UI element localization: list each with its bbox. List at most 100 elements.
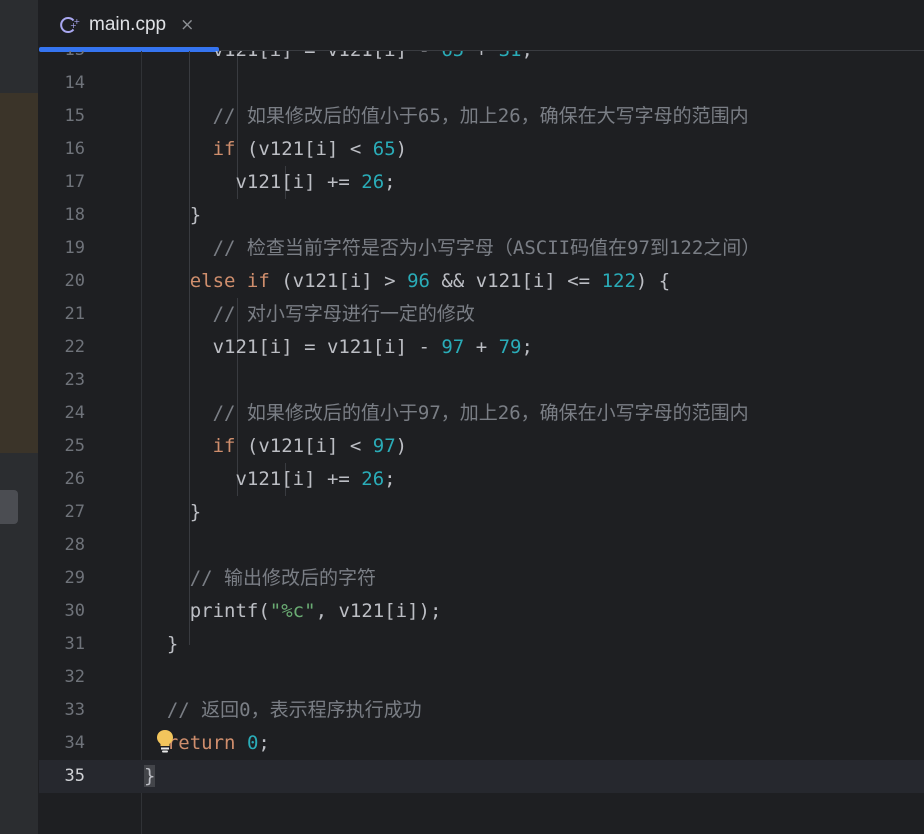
code-token: (v121[i] > (269, 270, 408, 292)
code-token: // 如果修改后的值小于97，加上26，确保在小写字母的范围内 (212, 402, 749, 424)
line-number[interactable]: 30 (39, 595, 85, 628)
code-token: ) { (635, 270, 671, 292)
code-token: v121[i] += (235, 468, 362, 490)
code-token: v121[i] = v121[i] - (212, 336, 442, 358)
code-text: if (v121[i] < 65) (213, 133, 408, 166)
line-number[interactable]: 15 (39, 100, 85, 133)
line-number[interactable]: 33 (39, 694, 85, 727)
code-line[interactable]: 27} (39, 496, 924, 529)
code-line[interactable]: 13 v121[i] = v121[i] - 65 + 31; (39, 51, 924, 67)
code-line[interactable]: 31} (39, 628, 924, 661)
tool-window-panel (0, 93, 38, 453)
code-token: } (144, 765, 156, 787)
line-number[interactable]: 19 (39, 232, 85, 265)
lightbulb-icon[interactable] (155, 728, 175, 754)
line-number[interactable]: 13 (39, 51, 85, 67)
line-number[interactable]: 26 (39, 463, 85, 496)
code-line[interactable]: 35} (39, 760, 924, 793)
code-line[interactable]: 23 (39, 364, 924, 397)
code-token: } (189, 501, 202, 523)
code-text: } (167, 628, 178, 661)
code-line[interactable]: 19 // 检查当前字符是否为小写字母（ASCII码值在97到122之间） (39, 232, 924, 265)
code-token: , v121[i]); (315, 600, 442, 622)
line-number[interactable]: 14 (39, 67, 85, 100)
line-number[interactable]: 23 (39, 364, 85, 397)
line-number[interactable]: 31 (39, 628, 85, 661)
code-line[interactable]: 25 if (v121[i] < 97) (39, 430, 924, 463)
code-token: && v121[i] <= (429, 270, 602, 292)
code-token: (v121[i] < (235, 435, 373, 457)
code-token: ; (258, 732, 270, 754)
code-line[interactable]: 30 printf("%c", v121[i]); (39, 595, 924, 628)
code-token: v121[i] = v121[i] - (213, 51, 442, 61)
code-token: // 返回0，表示程序执行成功 (166, 699, 422, 721)
code-token: 26 (361, 171, 385, 193)
code-line[interactable]: 20 else if (v121[i] > 96 && v121[i] <= 12… (39, 265, 924, 298)
code-text: v121[i] += 26; (235, 463, 395, 496)
code-text: } (190, 496, 201, 529)
code-line[interactable]: 21 // 对小写字母进行一定的修改 (39, 298, 924, 331)
close-icon[interactable]: × (180, 15, 194, 35)
code-token: } (166, 633, 179, 655)
code-token: + (464, 51, 498, 61)
code-line[interactable]: 29 // 输出修改后的字符 (39, 562, 924, 595)
line-number[interactable]: 29 (39, 562, 85, 595)
code-token: ; (521, 336, 533, 358)
code-text: else if (v121[i] > 96 && v121[i] <= 122)… (190, 265, 671, 298)
code-line[interactable]: 22 v121[i] = v121[i] - 97 + 79; (39, 331, 924, 364)
code-text: // 返回0，表示程序执行成功 (167, 694, 422, 727)
code-line[interactable]: 24 // 如果修改后的值小于97，加上26，确保在小写字母的范围内 (39, 397, 924, 430)
code-token: else if (189, 270, 270, 292)
line-number[interactable]: 25 (39, 430, 85, 463)
line-number[interactable]: 17 (39, 166, 85, 199)
code-token: printf( (189, 600, 270, 622)
code-text: printf("%c", v121[i]); (190, 595, 442, 628)
code-text: } (190, 199, 201, 232)
code-text: v121[i] = v121[i] - 97 + 79; (213, 331, 533, 364)
line-number[interactable]: 24 (39, 397, 85, 430)
code-line[interactable]: 14 (39, 67, 924, 100)
line-number[interactable]: 20 (39, 265, 85, 298)
code-line[interactable]: 26 v121[i] += 26; (39, 463, 924, 496)
line-number[interactable]: 32 (39, 661, 85, 694)
code-text: if (v121[i] < 97) (213, 430, 408, 463)
code-line[interactable]: 32 (39, 661, 924, 694)
line-number[interactable]: 22 (39, 331, 85, 364)
code-text: // 检查当前字符是否为小写字母（ASCII码值在97到122之间） (213, 232, 761, 265)
code-text: v121[i] = v121[i] - 65 + 31; (213, 51, 533, 67)
code-token: 122 (601, 270, 636, 292)
code-token: 0 (246, 732, 259, 754)
code-line[interactable]: 16 if (v121[i] < 65) (39, 133, 924, 166)
tool-window-button[interactable] (0, 490, 18, 524)
line-number[interactable]: 16 (39, 133, 85, 166)
code-token: v121[i] += (235, 171, 362, 193)
code-token: 97 (372, 435, 396, 457)
line-number[interactable]: 21 (39, 298, 85, 331)
code-line[interactable]: 17 v121[i] += 26; (39, 166, 924, 199)
tab-main-cpp[interactable]: + + main.cpp × (39, 0, 219, 52)
code-token: // 输出修改后的字符 (189, 567, 377, 589)
line-number[interactable]: 35 (39, 760, 85, 793)
tool-window-strip (0, 0, 39, 834)
code-line[interactable]: 18} (39, 199, 924, 232)
code-editor[interactable]: 13 v121[i] = v121[i] - 65 + 31; 1415 // 如果修… (39, 51, 924, 834)
code-token: if (212, 435, 236, 457)
code-token: "%c" (269, 600, 316, 622)
code-token: ) (395, 435, 408, 457)
code-token: + (464, 336, 499, 358)
line-number[interactable]: 27 (39, 496, 85, 529)
line-number[interactable]: 28 (39, 529, 85, 562)
code-line[interactable]: 33 // 返回0，表示程序执行成功 (39, 694, 924, 727)
code-token: // 检查当前字符是否为小写字母（ASCII码值在97到122之间） (212, 237, 761, 259)
code-token: ; (521, 51, 532, 61)
code-token: ) (395, 138, 408, 160)
editor-tab-bar: + + main.cpp × (39, 0, 924, 52)
code-line[interactable]: 15 // 如果修改后的值小于65，加上26，确保在大写字母的范围内 (39, 100, 924, 133)
line-number[interactable]: 34 (39, 727, 85, 760)
code-token: 97 (441, 336, 465, 358)
code-text: // 如果修改后的值小于65，加上26，确保在大写字母的范围内 (213, 100, 749, 133)
line-number[interactable]: 18 (39, 199, 85, 232)
code-line[interactable]: 28 (39, 529, 924, 562)
code-token: // 对小写字母进行一定的修改 (212, 303, 475, 325)
